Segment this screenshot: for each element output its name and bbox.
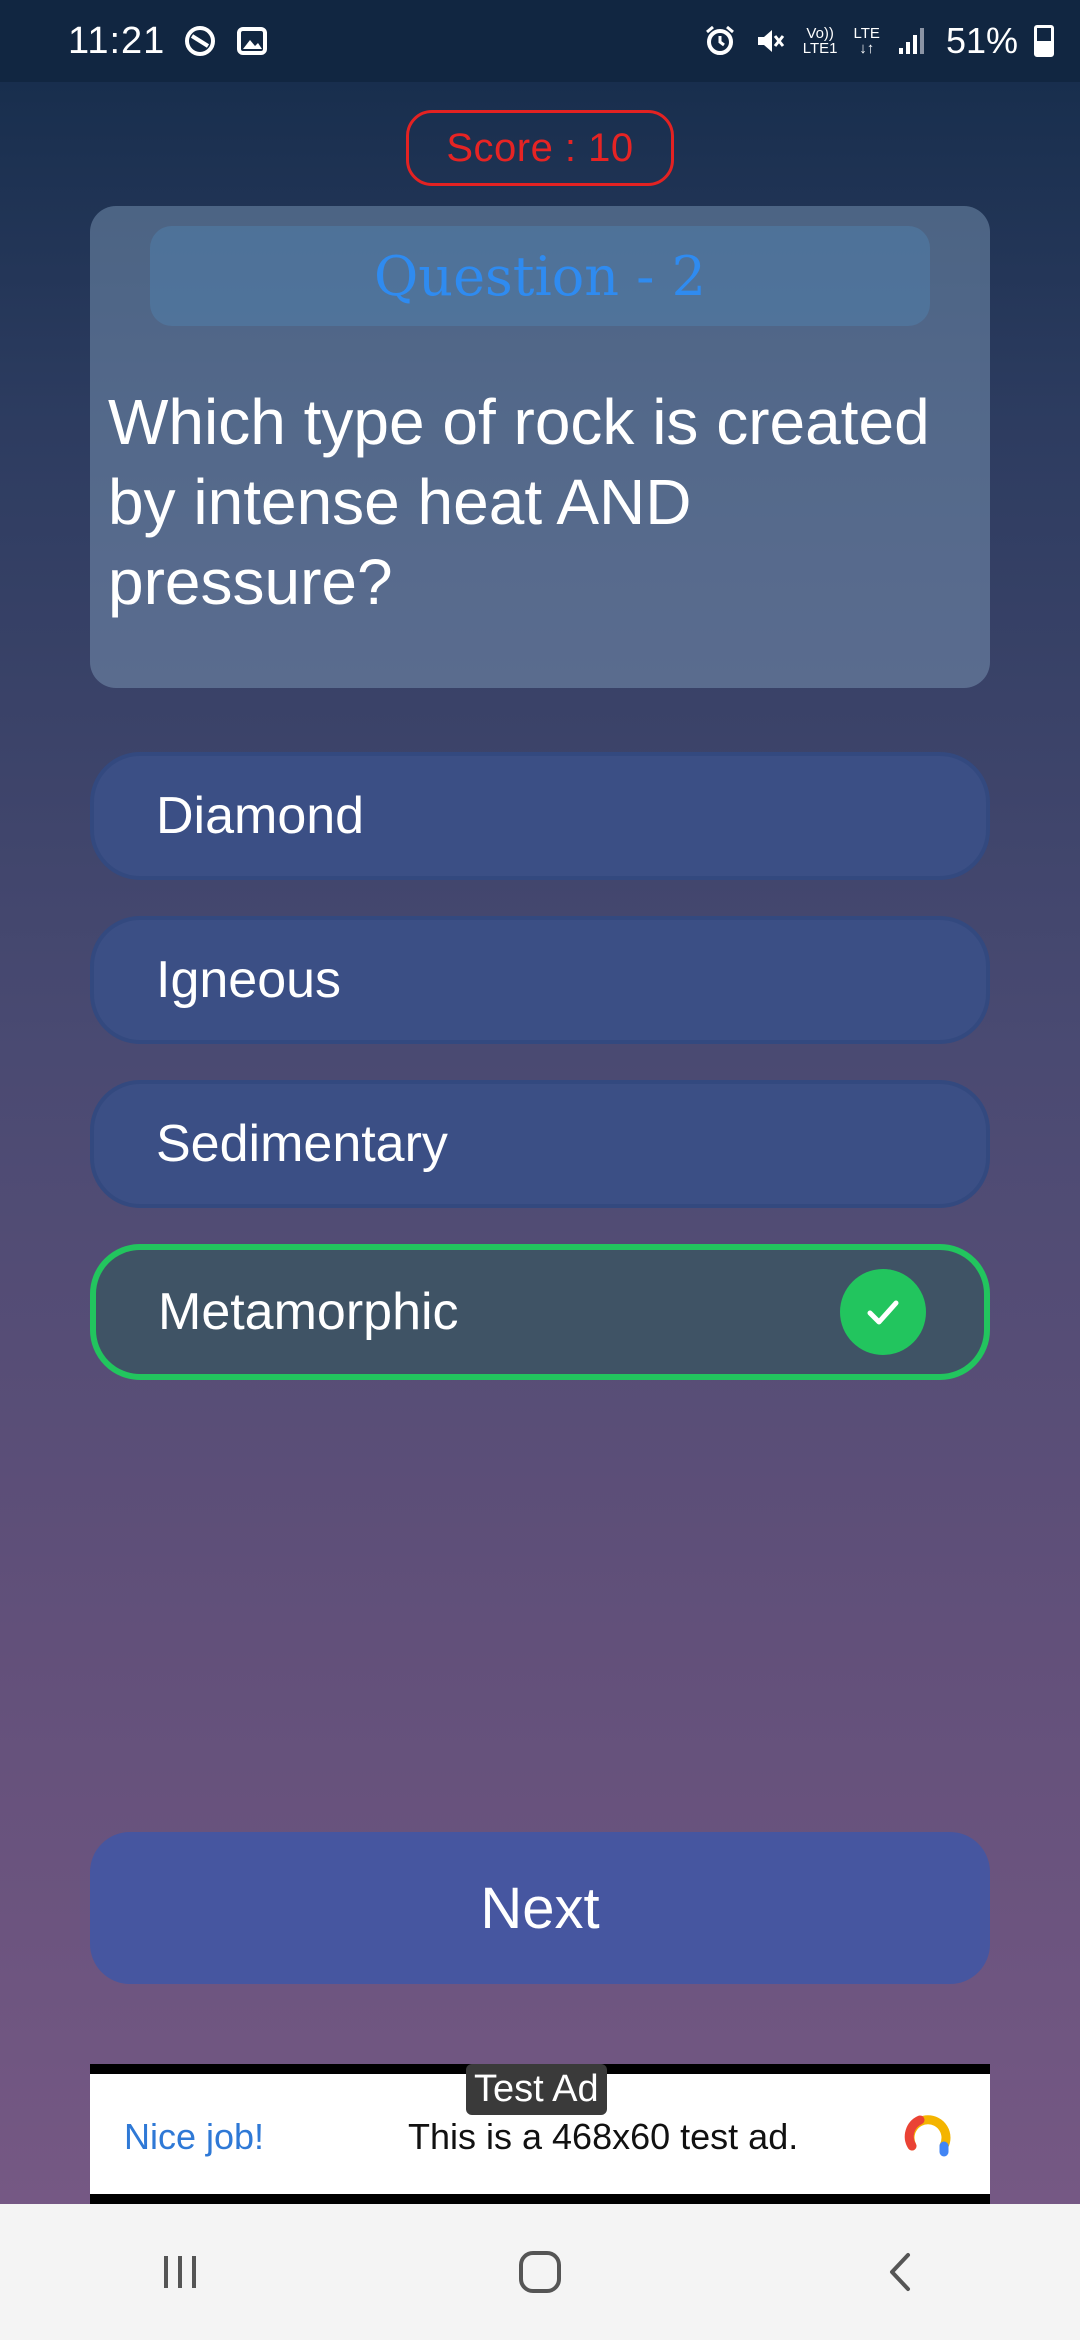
- option-label: Igneous: [156, 951, 342, 1009]
- status-right: Vo)) LTE1 LTE ↓↑ 51%: [703, 20, 1054, 62]
- home-icon: [519, 2251, 561, 2293]
- ad-body: This is a 468x60 test ad.: [408, 2116, 799, 2157]
- question-number: Question - 2: [150, 226, 930, 326]
- lte-label: LTE: [853, 25, 880, 42]
- gallery-icon: [237, 27, 268, 55]
- ad-label: Test Ad: [466, 2064, 607, 2115]
- volte-label: Vo)): [806, 25, 834, 42]
- signal-icon: [898, 28, 924, 54]
- score-badge: Score : 10: [406, 110, 674, 186]
- option-label: Sedimentary: [156, 1115, 448, 1173]
- recent-apps-button[interactable]: [120, 2222, 240, 2322]
- question-text: Which type of rock is created by intense…: [108, 386, 930, 618]
- status-time: 11:21: [68, 19, 166, 62]
- option-label: Diamond: [156, 787, 365, 845]
- recent-apps-icon: [164, 2256, 196, 2288]
- back-icon: [890, 2253, 910, 2291]
- option-metamorphic[interactable]: Metamorphic: [90, 1244, 990, 1380]
- do-not-disturb-icon: [185, 26, 216, 56]
- lte-indicator: LTE ↓↑: [854, 26, 880, 56]
- option-diamond[interactable]: Diamond: [90, 752, 990, 880]
- navigation-bar: [0, 2204, 1080, 2340]
- mute-icon: [757, 30, 784, 52]
- volte-indicator: Vo)) LTE1: [803, 26, 838, 56]
- option-sedimentary[interactable]: Sedimentary: [90, 1080, 990, 1208]
- lte1-label: LTE1: [802, 40, 838, 57]
- battery-icon: [1034, 25, 1054, 57]
- option-igneous[interactable]: Igneous: [90, 916, 990, 1044]
- option-label: Metamorphic: [158, 1283, 459, 1341]
- ad-logo-icon: [904, 2115, 951, 2157]
- next-button[interactable]: Next: [90, 1832, 990, 1984]
- status-bar: 11:21 Vo)) LTE1 LTE ↓↑ 51%: [0, 0, 1080, 82]
- home-button[interactable]: [480, 2222, 600, 2322]
- question-card: Question - 2 Which type of rock is creat…: [90, 206, 990, 688]
- lte-arrows: ↓↑: [859, 40, 875, 57]
- status-left: 11:21: [68, 20, 269, 63]
- battery-percent: 51%: [945, 20, 1018, 61]
- ad-banner[interactable]: Test Ad Nice job! This is a 468x60 test …: [90, 2064, 990, 2204]
- alarm-icon: [705, 25, 734, 55]
- check-icon: [840, 1269, 926, 1355]
- ad-headline: Nice job!: [124, 2116, 265, 2157]
- checkmark-glyph: [867, 1300, 899, 1325]
- back-button[interactable]: [840, 2222, 960, 2322]
